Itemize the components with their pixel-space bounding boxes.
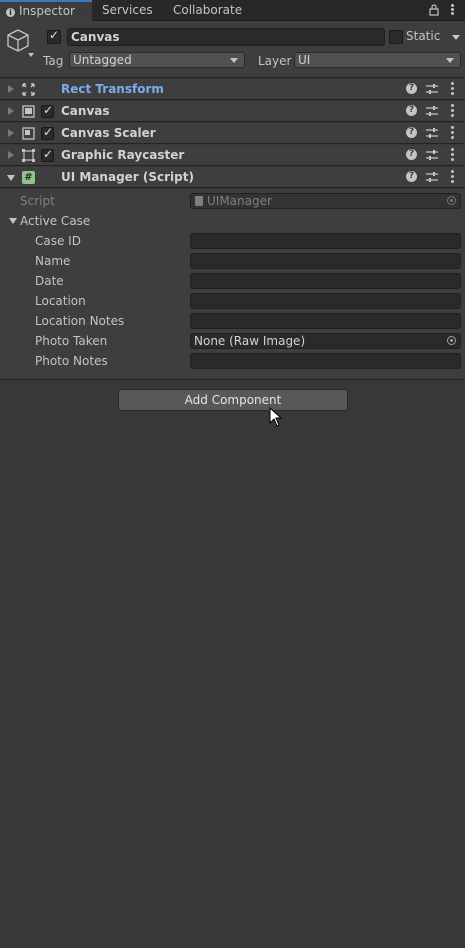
component-canvas-scaler[interactable]: Canvas Scaler ? [0, 123, 465, 144]
tab-inspector-label: Inspector [19, 4, 75, 18]
location-label: Location [35, 294, 86, 308]
component-enabled-checkbox[interactable] [41, 103, 54, 118]
tag-label: Tag [43, 54, 64, 68]
component-ui-manager-script[interactable]: # UI Manager (Script) ? [0, 167, 465, 188]
photo-taken-label: Photo Taken [35, 334, 108, 348]
tab-bar: i Inspector Services Collaborate [0, 0, 465, 21]
tab-menu-icon[interactable] [450, 4, 454, 16]
object-picker-icon [447, 196, 456, 205]
date-field[interactable] [190, 273, 461, 289]
help-icon[interactable]: ? [406, 105, 417, 116]
component-menu-icon[interactable] [450, 82, 454, 96]
component-menu-icon[interactable] [450, 104, 454, 118]
tag-value: Untagged [73, 53, 132, 67]
preset-sliders-icon[interactable] [426, 171, 438, 183]
help-icon[interactable]: ? [406, 171, 417, 182]
component-title: Rect Transform [61, 82, 164, 96]
component-menu-icon[interactable] [450, 170, 454, 184]
case-id-field[interactable] [190, 233, 461, 249]
date-label: Date [35, 274, 64, 288]
script-label: Script [20, 194, 55, 208]
expand-arrow-icon[interactable] [8, 107, 14, 115]
gameobject-header: Canvas Static Tag Untagged Layer UI [0, 21, 465, 78]
chevron-down-icon [446, 58, 454, 63]
rect-transform-icon [22, 83, 35, 96]
canvas-scaler-icon [22, 127, 35, 140]
help-icon[interactable]: ? [406, 127, 417, 138]
component-rect-transform[interactable]: Rect Transform ? [0, 79, 465, 100]
info-icon: i [6, 8, 15, 17]
collapse-arrow-icon[interactable] [7, 175, 15, 181]
component-title: Canvas Scaler [61, 126, 156, 140]
preset-sliders-icon[interactable] [426, 149, 438, 161]
active-case-foldout[interactable]: Active Case [20, 214, 90, 228]
gameobject-cube-icon[interactable] [6, 27, 36, 57]
location-notes-field[interactable] [190, 313, 461, 329]
location-field[interactable] [190, 293, 461, 309]
component-menu-icon[interactable] [450, 148, 454, 162]
photo-notes-field[interactable] [190, 353, 461, 369]
component-title: Graphic Raycaster [61, 148, 185, 162]
expand-arrow-icon[interactable] [8, 129, 14, 137]
static-label: Static [406, 29, 441, 43]
tag-dropdown[interactable]: Untagged [69, 52, 245, 68]
object-name-field[interactable]: Canvas [67, 28, 385, 46]
component-title: UI Manager (Script) [61, 170, 194, 184]
tab-services[interactable]: Services [94, 0, 161, 20]
layer-value: UI [298, 53, 311, 67]
script-file-icon [195, 196, 203, 206]
case-id-label: Case ID [35, 234, 81, 248]
static-checkbox[interactable] [389, 30, 403, 44]
photo-notes-label: Photo Notes [35, 354, 108, 368]
inspector-empty-area [0, 379, 465, 948]
canvas-icon [22, 105, 35, 118]
component-graphic-raycaster[interactable]: Graphic Raycaster ? [0, 145, 465, 166]
layer-label: Layer [258, 54, 292, 68]
photo-taken-field[interactable]: None (Raw Image) [190, 333, 461, 349]
expand-arrow-icon[interactable] [8, 85, 14, 93]
add-component-button[interactable]: Add Component [118, 389, 348, 411]
tab-inspector[interactable]: i Inspector [0, 0, 92, 21]
chevron-down-icon [230, 58, 238, 63]
script-value: UIManager [207, 194, 272, 208]
graphic-raycaster-icon [22, 149, 35, 162]
preset-sliders-icon[interactable] [426, 105, 438, 117]
layer-dropdown[interactable]: UI [294, 52, 461, 68]
component-menu-icon[interactable] [450, 126, 454, 140]
expand-arrow-icon[interactable] [8, 151, 14, 159]
component-enabled-checkbox[interactable] [41, 147, 54, 162]
mouse-cursor-icon [269, 407, 282, 427]
photo-taken-value: None (Raw Image) [194, 334, 306, 348]
foldout-arrow-icon[interactable] [9, 218, 17, 224]
script-icon: # [22, 171, 35, 184]
static-dropdown-icon[interactable] [452, 35, 460, 40]
lock-icon[interactable] [429, 4, 439, 16]
component-canvas[interactable]: Canvas ? [0, 101, 465, 122]
component-enabled-checkbox[interactable] [41, 125, 54, 140]
help-icon[interactable]: ? [406, 149, 417, 160]
preset-sliders-icon[interactable] [426, 127, 438, 139]
name-label: Name [35, 254, 71, 268]
name-field[interactable] [190, 253, 461, 269]
location-notes-label: Location Notes [35, 314, 125, 328]
preset-sliders-icon[interactable] [426, 83, 438, 95]
component-title: Canvas [61, 104, 110, 118]
script-field: UIManager [190, 193, 461, 209]
active-checkbox[interactable] [47, 28, 61, 44]
tab-collaborate[interactable]: Collaborate [165, 0, 250, 20]
object-picker-icon[interactable] [447, 336, 456, 345]
help-icon[interactable]: ? [406, 83, 417, 94]
